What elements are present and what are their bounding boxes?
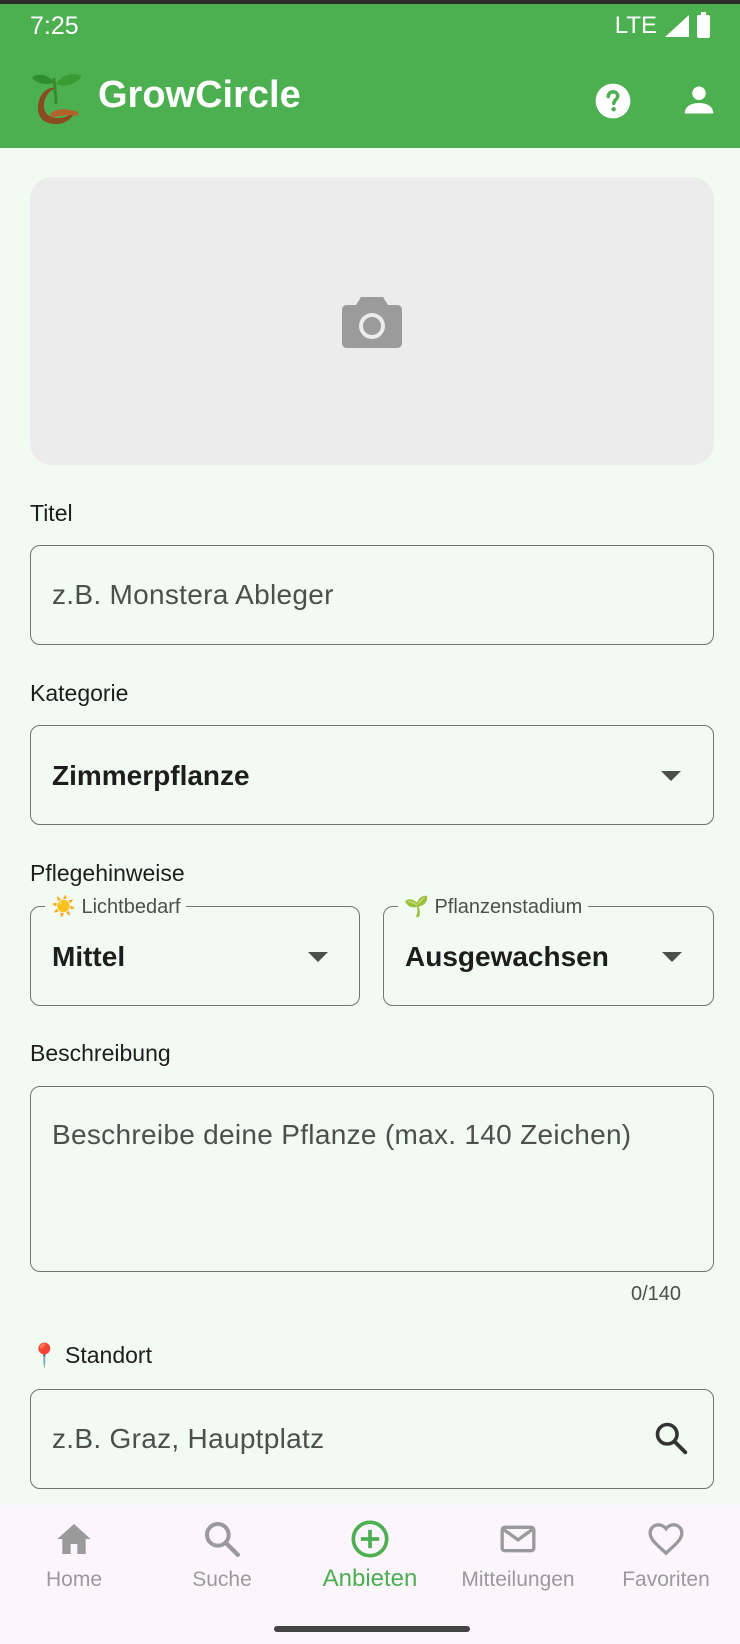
- account-icon[interactable]: [681, 82, 717, 118]
- home-indicator: [274, 1626, 470, 1632]
- photo-upload-area[interactable]: [30, 177, 714, 465]
- stage-select[interactable]: 🌱 Pflanzenstadium Ausgewachsen: [383, 894, 714, 1006]
- location-placeholder: z.B. Graz, Hauptplatz: [52, 1423, 325, 1454]
- description-counter: 0/140: [631, 1283, 682, 1305]
- help-icon[interactable]: [594, 82, 632, 120]
- nav-item-home[interactable]: Home: [0, 1505, 148, 1644]
- bottom-navigation: Home Suche Anbieten Mitteilungen Favorit…: [0, 1505, 740, 1644]
- chevron-down-icon: [661, 771, 681, 781]
- app-bar: 7:25 LTE GrowCircle: [0, 4, 740, 148]
- network-label: LTE: [614, 12, 657, 39]
- light-label: ☀️ Lichtbedarf: [45, 894, 187, 919]
- title-label: Titel: [30, 500, 73, 526]
- signal-icon: [665, 15, 689, 37]
- app-title: GrowCircle: [98, 74, 301, 116]
- description-textarea[interactable]: Beschreibe deine Pflanze (max. 140 Zeich…: [30, 1086, 714, 1272]
- status-time: 7:25: [30, 12, 79, 40]
- search-icon: [205, 1522, 240, 1557]
- chevron-down-icon: [662, 952, 682, 962]
- nav-item-favorites[interactable]: Favoriten: [592, 1505, 740, 1644]
- stage-label: 🌱 Pflanzenstadium: [398, 894, 589, 919]
- category-select[interactable]: Zimmerpflanze: [30, 725, 714, 825]
- category-label: Kategorie: [30, 680, 129, 706]
- description-placeholder: Beschreibe deine Pflanze (max. 140 Zeich…: [52, 1119, 632, 1150]
- nav-item-search[interactable]: Suche: [148, 1505, 296, 1644]
- location-label: 📍 Standort: [30, 1342, 152, 1368]
- title-input[interactable]: z.B. Monstera Ableger: [30, 545, 714, 645]
- nav-label-search: Suche: [192, 1568, 252, 1591]
- nav-label-home: Home: [45, 1568, 103, 1591]
- category-value: Zimmerpflanze: [52, 760, 250, 791]
- nav-item-offer[interactable]: Anbieten: [296, 1505, 444, 1644]
- stage-value: Ausgewachsen: [405, 941, 609, 972]
- description-label: Beschreibung: [30, 1040, 171, 1066]
- care-label: Pflegehinweise: [30, 860, 185, 886]
- home-icon: [57, 1524, 91, 1554]
- mail-icon: [500, 1525, 536, 1553]
- battery-icon: [697, 11, 710, 38]
- status-indicators: LTE: [614, 11, 710, 40]
- light-select[interactable]: ☀️ Lichtbedarf Mittel: [30, 894, 360, 1006]
- chevron-down-icon: [308, 952, 328, 962]
- camera-icon: [342, 297, 402, 348]
- growcircle-logo-icon: [32, 74, 82, 124]
- nav-label-favorites: Favoriten: [622, 1568, 710, 1591]
- add-circle-icon: [351, 1520, 389, 1558]
- location-input[interactable]: z.B. Graz, Hauptplatz: [30, 1389, 714, 1489]
- light-value: Mittel: [52, 941, 126, 972]
- search-icon[interactable]: [653, 1420, 689, 1456]
- nav-label-offer: Anbieten: [322, 1565, 418, 1592]
- nav-label-messages: Mitteilungen: [461, 1568, 575, 1591]
- nav-item-messages[interactable]: Mitteilungen: [444, 1505, 592, 1644]
- heart-icon: [648, 1523, 684, 1556]
- title-placeholder: z.B. Monstera Ableger: [52, 579, 334, 610]
